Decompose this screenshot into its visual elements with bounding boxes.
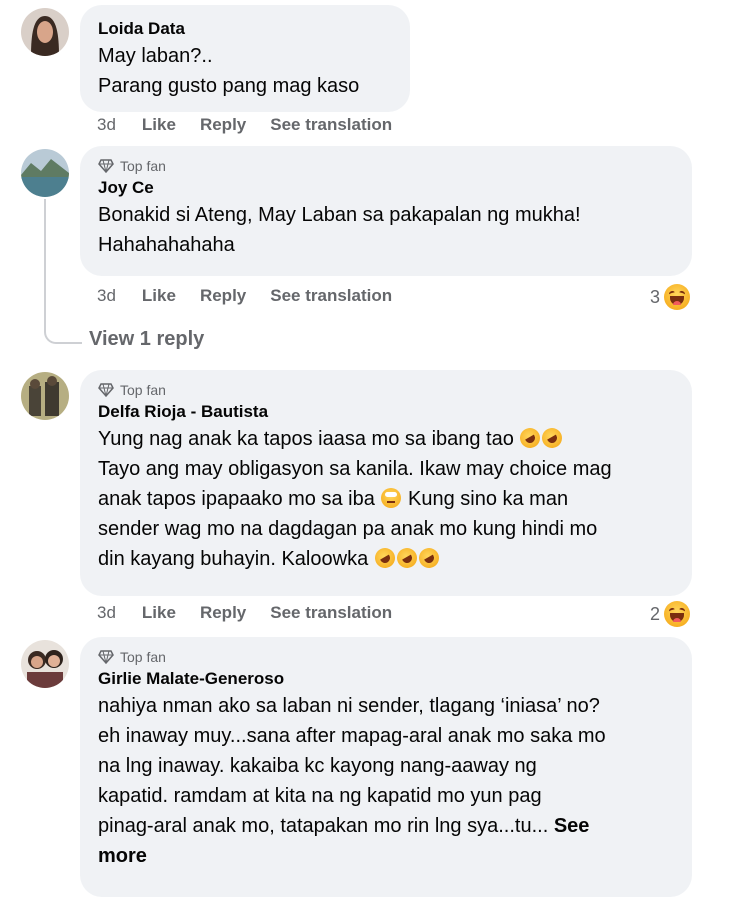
comment-bubble: Top fan Girlie Malate-Generoso nahiya nm… xyxy=(80,637,692,897)
laughing-emoji-icon xyxy=(664,284,690,310)
comment-text-line: Tayo ang may obligasyon sa kanila. Ikaw … xyxy=(98,458,612,480)
avatar-girlie[interactable] xyxy=(21,640,69,688)
avatar-photo xyxy=(21,8,69,56)
like-button[interactable]: Like xyxy=(142,115,176,135)
comment-text: Kung sino ka man xyxy=(407,488,569,510)
avatar-delfa[interactable] xyxy=(21,372,69,420)
reply-button[interactable]: Reply xyxy=(200,286,246,306)
comment-text-line: kapatid. ramdam at kita na ng kapatid mo… xyxy=(98,785,542,807)
commenter-name[interactable]: Joy Ce xyxy=(98,176,674,200)
reply-button[interactable]: Reply xyxy=(200,603,246,623)
reaction-number: 2 xyxy=(649,603,660,624)
see-more-link[interactable]: See xyxy=(554,815,590,837)
comment-text-line: nahiya nman ako sa laban ni sender, tlag… xyxy=(98,695,600,717)
comment-bubble: Top fan Delfa Rioja - Bautista Yung nag … xyxy=(80,370,692,596)
commenter-name[interactable]: Girlie Malate-Generoso xyxy=(98,667,674,691)
comment-text-line: Parang gusto pang mag kaso xyxy=(98,75,360,97)
view-replies-link[interactable]: View 1 reply xyxy=(89,328,204,351)
avatar-photo xyxy=(21,149,69,197)
comment-text-line: sender wag mo na dagdagan pa anak mo kun… xyxy=(98,518,598,540)
commenter-name[interactable]: Loida Data xyxy=(98,17,392,41)
comment-text: anak tapos ipapaako mo sa iba xyxy=(98,488,375,510)
rolling-on-floor-laughing-emoji xyxy=(371,544,399,572)
timestamp[interactable]: 3d xyxy=(97,115,116,135)
see-more-link[interactable]: more xyxy=(98,845,147,867)
top-fan-badge: Top fan xyxy=(98,380,674,400)
commenter-name[interactable]: Delfa Rioja - Bautista xyxy=(98,400,674,424)
reaction-count[interactable]: 2 xyxy=(650,601,690,627)
reply-button[interactable]: Reply xyxy=(200,115,246,135)
avatar-photo xyxy=(21,372,69,420)
see-translation-link[interactable]: See translation xyxy=(270,115,392,135)
avatar-joy[interactable] xyxy=(21,149,69,197)
rolling-on-floor-laughing-emoji xyxy=(393,544,421,572)
top-fan-badge: Top fan xyxy=(98,647,674,667)
see-translation-link[interactable]: See translation xyxy=(270,286,392,306)
thread-elbow xyxy=(44,326,82,344)
eye-roll-emoji xyxy=(381,488,402,508)
comment-text-line: anak tapos ipapaako mo sa iba Kung sino … xyxy=(98,484,674,514)
laughing-emoji-icon xyxy=(664,601,690,627)
comment-text-line: na lng inaway. kakaiba kc kayong nang-aa… xyxy=(98,755,537,777)
avatar-photo xyxy=(21,640,69,688)
comment-text-line: pinag-aral anak mo, tatapakan mo rin lng… xyxy=(98,811,674,841)
comment-text-line: May laban?.. xyxy=(98,45,213,67)
diamond-icon xyxy=(98,650,114,664)
comment-bubble: Top fan Joy Ce Bonakid si Ateng, May Lab… xyxy=(80,146,692,276)
rolling-on-floor-laughing-emoji xyxy=(516,424,545,452)
comment-text-line: more xyxy=(98,841,674,871)
diamond-icon xyxy=(98,159,114,173)
timestamp[interactable]: 3d xyxy=(97,286,116,306)
comment-text: pinag-aral anak mo, tatapakan mo rin lng… xyxy=(98,815,549,837)
like-button[interactable]: Like xyxy=(142,603,176,623)
diamond-icon xyxy=(98,383,114,397)
thread-line xyxy=(44,199,46,327)
see-translation-link[interactable]: See translation xyxy=(270,603,392,623)
like-button[interactable]: Like xyxy=(142,286,176,306)
rolling-on-floor-laughing-emoji xyxy=(538,424,567,452)
comment-text-line: Hahahahahaha xyxy=(98,234,235,256)
rolling-on-floor-laughing-emoji xyxy=(415,544,443,572)
top-fan-label: Top fan xyxy=(120,649,166,665)
avatar-loida[interactable] xyxy=(21,8,69,56)
comment-text-line: eh inaway muy...sana after mapag-aral an… xyxy=(98,725,606,747)
comment-actions: 3d Like Reply See translation xyxy=(97,286,416,306)
comment-actions: 3d Like Reply See translation xyxy=(97,603,416,623)
reaction-count[interactable]: 3 xyxy=(650,284,690,310)
comment-text: Yung nag anak ka tapos iaasa mo sa ibang… xyxy=(98,428,514,450)
timestamp[interactable]: 3d xyxy=(97,603,116,623)
comment-text-line: din kayang buhayin. Kaloowka xyxy=(98,544,674,574)
top-fan-label: Top fan xyxy=(120,382,166,398)
comment-actions: 3d Like Reply See translation xyxy=(97,115,416,135)
top-fan-label: Top fan xyxy=(120,158,166,174)
comment-text-line: Bonakid si Ateng, May Laban sa pakapalan… xyxy=(98,204,581,226)
reaction-number: 3 xyxy=(649,286,660,307)
top-fan-badge: Top fan xyxy=(98,156,674,176)
comment-text: din kayang buhayin. Kaloowka xyxy=(98,548,369,570)
comment-text-line: Yung nag anak ka tapos iaasa mo sa ibang… xyxy=(98,424,674,454)
comment-bubble: Loida Data May laban?.. Parang gusto pan… xyxy=(80,5,410,112)
